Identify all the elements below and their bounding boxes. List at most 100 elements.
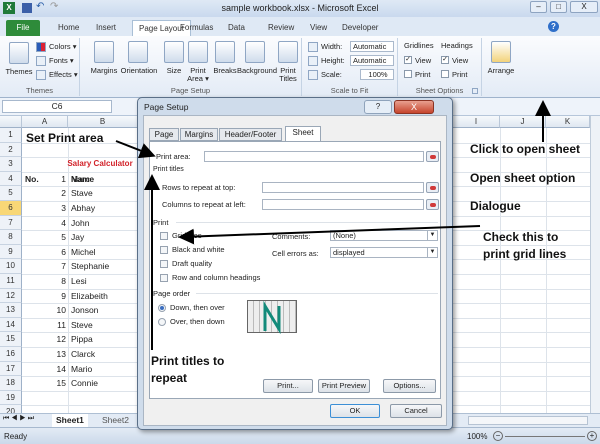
gridlines-print-checkbox[interactable] (404, 70, 412, 78)
print-area-button[interactable]: Print Area ▾ (184, 67, 212, 83)
column-header-b[interactable]: B (68, 116, 138, 128)
cell-no[interactable]: 10 (22, 303, 66, 318)
row-header-4[interactable]: 4 (0, 171, 22, 187)
tab-developer[interactable]: Developer (336, 20, 384, 36)
tab-view[interactable]: View (304, 20, 333, 36)
print-area-input[interactable] (204, 151, 424, 162)
row-header-1[interactable]: 1 (0, 128, 22, 143)
row-header-2[interactable]: 2 (0, 142, 22, 158)
collapse-dialog-icon[interactable] (426, 151, 439, 162)
gridlines-checkbox[interactable] (160, 232, 168, 240)
row-header-3[interactable]: 3 (0, 157, 22, 172)
background-button[interactable]: Background (237, 67, 277, 75)
cell-no[interactable]: 1 (22, 172, 66, 187)
cell-no[interactable]: 3 (22, 201, 66, 216)
cell-name[interactable]: Connie (71, 376, 98, 391)
tab-header-footer[interactable]: Header/Footer (219, 128, 282, 141)
print-titles-button[interactable]: Print Titles (276, 67, 300, 83)
cell-no[interactable]: 14 (22, 362, 66, 377)
cell-no[interactable]: 5 (22, 230, 66, 245)
cell-name[interactable]: Jay (71, 230, 84, 245)
tab-insert[interactable]: Insert (90, 20, 122, 36)
arrange-button[interactable]: Arrange (484, 67, 518, 75)
breaks-button[interactable]: Breaks (210, 67, 240, 75)
row-header-12[interactable]: 12 (0, 288, 22, 304)
cell-name[interactable]: Pippa (71, 332, 93, 347)
orientation-button[interactable]: Orientation (118, 67, 160, 75)
column-header-i[interactable]: I (453, 116, 500, 128)
down-then-over-radio[interactable] (158, 304, 166, 312)
cancel-button[interactable]: Cancel (390, 404, 442, 418)
row-header-19[interactable]: 19 (0, 390, 22, 406)
name-box[interactable]: C6 (2, 100, 112, 113)
black-white-checkbox[interactable] (160, 246, 168, 254)
row-header-13[interactable]: 13 (0, 303, 22, 318)
row-header-11[interactable]: 11 (0, 274, 22, 289)
cell-name[interactable]: Abhay (71, 201, 95, 216)
select-all[interactable] (0, 116, 22, 128)
row-header-10[interactable]: 10 (0, 259, 22, 274)
cols-repeat-input[interactable] (262, 199, 424, 210)
cell-no[interactable]: 2 (22, 186, 66, 201)
cell-no[interactable]: 12 (22, 332, 66, 347)
row-header-18[interactable]: 18 (0, 376, 22, 391)
cell-no[interactable]: 4 (22, 216, 66, 231)
cell-name[interactable]: Stave (71, 186, 93, 201)
zoom-slider[interactable] (505, 436, 585, 437)
over-then-down-radio[interactable] (158, 318, 166, 326)
print-button[interactable]: Print... (263, 379, 313, 393)
tab-file[interactable]: File (6, 20, 40, 36)
cell-no[interactable]: 9 (22, 289, 66, 304)
height-select[interactable]: Automatic (350, 55, 394, 66)
margins-button[interactable]: Margins (88, 67, 120, 75)
sheet-tab-sheet2[interactable]: Sheet2 (98, 414, 133, 427)
row-header-17[interactable]: 17 (0, 361, 22, 377)
cell-no[interactable]: 15 (22, 376, 66, 391)
tab-home[interactable]: Home (52, 20, 85, 36)
print-preview-button[interactable]: Print Preview (318, 379, 370, 393)
headings-print-checkbox[interactable] (441, 70, 449, 78)
gridlines-view-checkbox[interactable]: ✓ (404, 56, 412, 64)
cell-no[interactable]: 7 (22, 259, 66, 274)
colors-button[interactable]: Colors ▾ (49, 43, 77, 51)
row-header-6[interactable]: 6 (0, 201, 22, 216)
row-col-headings-checkbox[interactable] (160, 274, 168, 282)
sheet-tab-sheet1[interactable]: Sheet1 (52, 414, 88, 427)
zoom-out-icon[interactable]: − (493, 431, 503, 441)
dialog-close-button[interactable]: X (394, 100, 434, 114)
row-header-15[interactable]: 15 (0, 332, 22, 347)
sheet-options-launcher-icon[interactable] (472, 88, 478, 94)
tab-review[interactable]: Review (262, 20, 300, 36)
cell-name[interactable]: Steve (71, 318, 93, 333)
column-header-a[interactable]: A (22, 116, 68, 128)
column-header-j[interactable]: J (500, 116, 546, 128)
fonts-button[interactable]: Fonts ▾ (49, 57, 74, 65)
collapse-dialog-icon[interactable] (426, 182, 439, 193)
cell-name[interactable]: Jonson (71, 303, 98, 318)
sheet-nav-icon[interactable]: ⏮◀▶⏭ (3, 415, 36, 423)
cell-name[interactable]: Stephanie (71, 259, 109, 274)
options-button[interactable]: Options... (383, 379, 436, 393)
vertical-scrollbar[interactable] (590, 116, 600, 419)
tab-margins[interactable]: Margins (180, 128, 218, 141)
cell-no[interactable]: 13 (22, 347, 66, 362)
horizontal-scrollbar[interactable] (468, 416, 588, 425)
tab-data[interactable]: Data (222, 20, 251, 36)
comments-select[interactable]: (None) ▼ (330, 230, 438, 241)
row-header-9[interactable]: 9 (0, 244, 22, 260)
effects-button[interactable]: Effects ▾ (49, 71, 78, 79)
cell-name[interactable]: Elizabeith (71, 289, 108, 304)
dialog-help-button[interactable]: ? (364, 100, 392, 114)
row-header-8[interactable]: 8 (0, 230, 22, 245)
row-header-7[interactable]: 7 (0, 215, 22, 231)
cell-name[interactable]: John (71, 216, 89, 231)
zoom-in-icon[interactable]: + (587, 431, 597, 441)
column-header-k[interactable]: K (546, 116, 590, 128)
rows-repeat-input[interactable] (262, 182, 424, 193)
row-header-5[interactable]: 5 (0, 186, 22, 201)
minimize-button[interactable]: – (530, 1, 547, 13)
cell-errors-select[interactable]: displayed ▼ (330, 247, 438, 258)
cell-no[interactable]: 8 (22, 274, 66, 289)
scale-spinner[interactable]: 100% (360, 69, 394, 80)
ok-button[interactable]: OK (330, 404, 380, 418)
